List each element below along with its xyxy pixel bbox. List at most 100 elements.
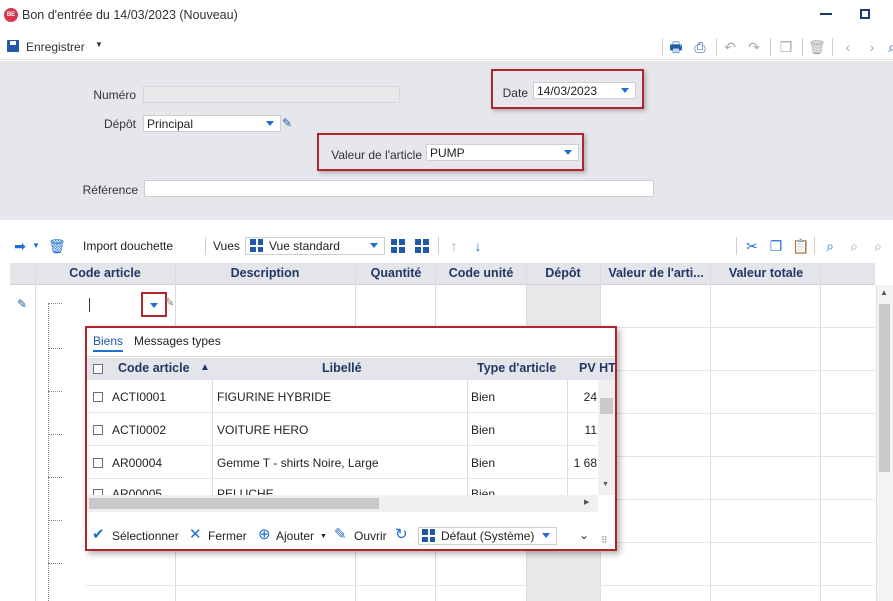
popup-vscroll-thumb[interactable] [600, 398, 613, 414]
edit-depot-icon[interactable]: ✎ [282, 116, 292, 130]
add-dropdown-icon[interactable]: ▼ [320, 533, 327, 540]
separator [770, 38, 771, 56]
reference-field[interactable] [144, 180, 654, 197]
col-header-code-unite[interactable]: Code unité [437, 266, 525, 280]
col-header-valeur-totale[interactable]: Valeur totale [711, 266, 821, 280]
col-header-depot[interactable]: Dépôt [526, 266, 600, 280]
search-previous-icon[interactable]: ⌕ [846, 238, 862, 254]
delete-line-icon[interactable]: 🗑 [48, 238, 66, 254]
popup-col-code-article[interactable]: Code article [118, 361, 190, 375]
delete-icon[interactable]: 🗑 [808, 39, 826, 55]
view-value: Vue standard [269, 239, 340, 253]
select-button[interactable]: Sélectionner [112, 529, 179, 543]
redo-icon[interactable]: ↷ [746, 39, 762, 55]
chevron-down-icon[interactable] [370, 243, 378, 248]
popup-row[interactable]: AR00005 PELUCHE Bien [87, 479, 597, 495]
cut-icon[interactable]: ✂ [744, 238, 760, 254]
resize-grip-icon[interactable]: ⠿ [601, 535, 608, 546]
row-type: Bien [471, 390, 496, 404]
import-douchette-button[interactable]: Import douchette [83, 239, 173, 253]
save-icon[interactable] [7, 40, 19, 52]
previous-icon[interactable]: ‹ [840, 39, 856, 55]
depot-select[interactable]: Principal [143, 115, 281, 132]
tab-messages-types[interactable]: Messages types [134, 334, 221, 348]
add-button[interactable]: Ajouter [276, 529, 314, 543]
col-header-description[interactable]: Description [175, 266, 355, 280]
add-icon[interactable]: ⊕ [258, 527, 271, 543]
undo-icon[interactable]: ↶ [722, 39, 738, 55]
close-icon[interactable]: ✕ [189, 527, 202, 543]
date-value: 14/03/2023 [537, 84, 598, 98]
save-dropdown-icon[interactable]: ▼ [95, 40, 103, 49]
separator [814, 237, 815, 255]
grid-settings-icon[interactable] [414, 238, 430, 254]
col-header-code-article[interactable]: Code article [35, 266, 175, 280]
save-button[interactable]: Enregistrer [26, 40, 85, 54]
paste-icon[interactable]: 📋 [792, 238, 809, 254]
popup-col-type-article[interactable]: Type d'article [477, 361, 556, 375]
col-header-quantite[interactable]: Quantité [355, 266, 437, 280]
valeur-select[interactable]: PUMP [426, 144, 579, 161]
popup-row[interactable]: ACTI0001 FIGURINE HYBRIDE Bien 24 [87, 380, 597, 413]
scroll-up-icon[interactable]: ▲ [880, 288, 888, 297]
popup-hscroll-thumb[interactable] [89, 498, 379, 509]
open-button[interactable]: Ouvrir [354, 529, 387, 543]
close-button[interactable]: Fermer [208, 529, 247, 543]
row-checkbox[interactable] [93, 425, 103, 435]
row-type: Bien [471, 423, 496, 437]
popup-row[interactable]: ACTI0002 VOITURE HERO Bien 11 [87, 413, 597, 446]
popup-horizontal-scrollbar[interactable]: ▶ [87, 495, 598, 512]
add-line-icon[interactable]: ➡ [12, 238, 28, 254]
tree-guide [48, 303, 62, 304]
move-down-icon[interactable]: ↓ [470, 238, 486, 254]
view-grid-icon [250, 239, 263, 252]
view-select[interactable]: Vue standard [245, 237, 385, 255]
more-options-icon[interactable]: ⌄ [579, 527, 589, 543]
copy-icon[interactable]: ❐ [778, 39, 794, 55]
refresh-icon[interactable]: ↻ [395, 527, 408, 543]
row-checkbox[interactable] [93, 392, 103, 402]
chevron-down-icon[interactable] [266, 121, 274, 126]
next-icon[interactable]: › [864, 39, 880, 55]
edit-article-icon[interactable]: ✎ [165, 296, 174, 309]
scroll-right-icon[interactable]: ▶ [584, 498, 589, 506]
move-up-icon[interactable]: ↑ [446, 238, 462, 254]
popup-col-pv-ht[interactable]: PV HT [579, 361, 615, 375]
popup-row[interactable]: AR00004 Gemme T - shirts Noire, Large Bi… [87, 446, 597, 479]
row-code: ACTI0001 [112, 390, 167, 404]
popup-view-select[interactable]: Défaut (Système) [418, 527, 557, 545]
scroll-down-icon[interactable]: ▼ [602, 481, 609, 488]
minimize-icon[interactable] [820, 13, 832, 15]
title-bar: BE Bon d'entrée du 14/03/2023 (Nouveau) [0, 0, 893, 32]
col-header-valeur-article[interactable]: Valeur de l'arti... [601, 266, 711, 280]
row-pv: 1 68 [573, 456, 597, 470]
popup-col-libelle[interactable]: Libellé [322, 361, 362, 375]
search-next-icon[interactable]: ⌕ [870, 238, 886, 254]
row-libelle: FIGURINE HYBRIDE [217, 390, 332, 404]
tab-biens[interactable]: Biens [93, 334, 124, 352]
copy-icon[interactable]: ❐ [768, 238, 784, 254]
check-icon[interactable]: ✔ [92, 527, 105, 543]
add-line-dropdown-icon[interactable]: ▼ [28, 238, 44, 254]
article-picker-popup: Biens Messages types Code article ▲ Libe… [85, 326, 617, 551]
print-icon[interactable]: 🖶 [668, 39, 684, 55]
select-all-checkbox[interactable] [93, 364, 103, 374]
pencil-icon[interactable]: ✎ [334, 527, 347, 543]
popup-vertical-scrollbar[interactable]: ▼ [598, 380, 615, 495]
search-icon[interactable]: ⌕ [884, 39, 893, 55]
columns-icon[interactable] [390, 238, 406, 254]
print-preview-icon[interactable]: ⎙ [692, 39, 708, 55]
maximize-icon[interactable] [860, 9, 870, 19]
chevron-down-icon[interactable] [150, 303, 158, 308]
row-checkbox[interactable] [93, 458, 103, 468]
row-code: ACTI0002 [112, 423, 167, 437]
code-article-dropdown-button[interactable] [141, 292, 167, 317]
date-field[interactable]: 14/03/2023 [533, 82, 636, 99]
popup-view-value: Défaut (Système) [441, 529, 535, 543]
chevron-down-icon[interactable] [564, 150, 572, 155]
chevron-down-icon[interactable] [542, 533, 550, 538]
grid-toolbar: ➡ ▼ 🗑 Import douchette Vues ↑ ↓ ✂ ❐ 📋 ⌕ … [0, 232, 893, 260]
grid-scroll-thumb[interactable] [879, 304, 890, 472]
calendar-dropdown-icon[interactable] [621, 88, 629, 93]
search-icon[interactable]: ⌕ [822, 238, 838, 254]
